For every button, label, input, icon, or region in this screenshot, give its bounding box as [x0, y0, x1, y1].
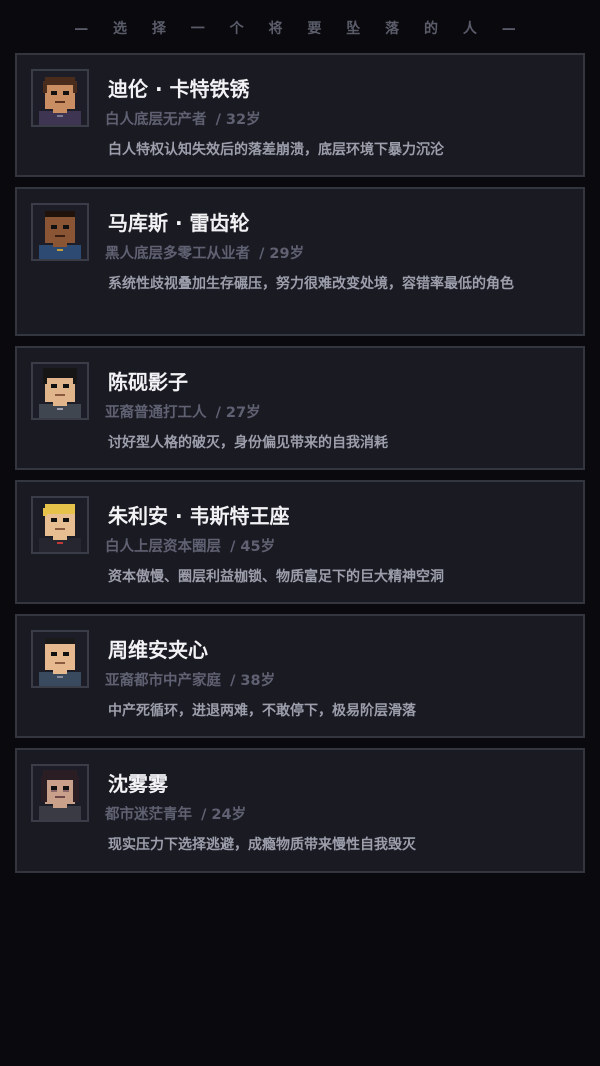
character-portrait — [31, 69, 89, 127]
character-name: 迪伦 · 卡特铁锈 — [108, 77, 250, 101]
character-name: 周维安夹心 — [108, 638, 208, 662]
character-age: / 45岁 — [230, 539, 276, 555]
character-description: 中产死循环，进退两难，不敢停下，极易阶层滑落 — [108, 703, 416, 719]
character-age: / 38岁 — [230, 673, 276, 689]
character-meta: 都市迷茫青年 / 24岁 — [105, 803, 246, 824]
character-portrait — [31, 362, 89, 420]
character-meta: 亚裔普通打工人 / 27岁 — [105, 401, 261, 422]
pixel-face-icon — [33, 364, 87, 418]
character-portrait — [31, 203, 89, 261]
character-identity: 白人底层无产者 — [105, 112, 207, 128]
character-meta: 亚裔都市中产家庭 / 38岁 — [105, 669, 275, 690]
character-name: 陈砚影子 — [108, 370, 188, 394]
character-age: / 29岁 — [259, 246, 305, 262]
character-name: 沈雾雾 — [108, 772, 168, 796]
character-name: 马库斯 · 雷齿轮 — [108, 211, 250, 235]
character-meta: 白人底层无产者 / 32岁 — [105, 108, 261, 129]
character-list: 迪伦 · 卡特铁锈 白人底层无产者 / 32岁 白人特权认知失效后的落差崩溃，底… — [15, 53, 585, 883]
pixel-face-icon — [33, 71, 87, 125]
character-portrait — [31, 630, 89, 688]
pixel-face-icon — [33, 766, 87, 820]
character-identity: 亚裔普通打工人 — [105, 405, 207, 421]
character-age: / 27岁 — [215, 405, 261, 421]
pixel-face-icon — [33, 498, 87, 552]
character-card-0[interactable]: 迪伦 · 卡特铁锈 白人底层无产者 / 32岁 白人特权认知失效后的落差崩溃，底… — [15, 53, 585, 177]
character-select-screen: — 选 择 一 个 将 要 坠 落 的 人 — 迪伦 · 卡特铁锈 白人底层无产… — [0, 0, 600, 1066]
character-identity: 白人上层资本圈层 — [105, 539, 221, 555]
page-title: — 选 择 一 个 将 要 坠 落 的 人 — — [74, 21, 526, 37]
character-description: 白人特权认知失效后的落差崩溃，底层环境下暴力沉沦 — [108, 142, 444, 158]
character-identity: 都市迷茫青年 — [105, 807, 192, 823]
character-name: 朱利安 · 韦斯特王座 — [108, 504, 290, 528]
character-description: 系统性歧视叠加生存碾压，努力很难改变处境，容错率最低的角色 — [108, 276, 514, 292]
character-identity: 黑人底层多零工从业者 — [105, 246, 250, 262]
character-card-3[interactable]: 朱利安 · 韦斯特王座 白人上层资本圈层 / 45岁 资本傲慢、圈层利益枷锁、物… — [15, 480, 585, 604]
character-meta: 黑人底层多零工从业者 / 29岁 — [105, 242, 304, 263]
character-description: 现实压力下选择逃避，成瘾物质带来慢性自我毁灭 — [108, 837, 416, 853]
character-description: 讨好型人格的破灭，身份偏见带来的自我消耗 — [108, 435, 388, 451]
character-card-1[interactable]: 马库斯 · 雷齿轮 黑人底层多零工从业者 / 29岁 系统性歧视叠加生存碾压，努… — [15, 187, 585, 336]
character-description: 资本傲慢、圈层利益枷锁、物质富足下的巨大精神空洞 — [108, 569, 444, 585]
character-portrait — [31, 764, 89, 822]
character-card-2[interactable]: 陈砚影子 亚裔普通打工人 / 27岁 讨好型人格的破灭，身份偏见带来的自我消耗 — [15, 346, 585, 470]
character-card-5[interactable]: 沈雾雾 都市迷茫青年 / 24岁 现实压力下选择逃避，成瘾物质带来慢性自我毁灭 — [15, 748, 585, 873]
pixel-face-icon — [33, 632, 87, 686]
character-age: / 24岁 — [201, 807, 247, 823]
character-portrait — [31, 496, 89, 554]
character-meta: 白人上层资本圈层 / 45岁 — [105, 535, 275, 556]
character-identity: 亚裔都市中产家庭 — [105, 673, 221, 689]
character-card-4[interactable]: 周维安夹心 亚裔都市中产家庭 / 38岁 中产死循环，进退两难，不敢停下，极易阶… — [15, 614, 585, 738]
pixel-face-icon — [33, 205, 87, 259]
character-age: / 32岁 — [215, 112, 261, 128]
